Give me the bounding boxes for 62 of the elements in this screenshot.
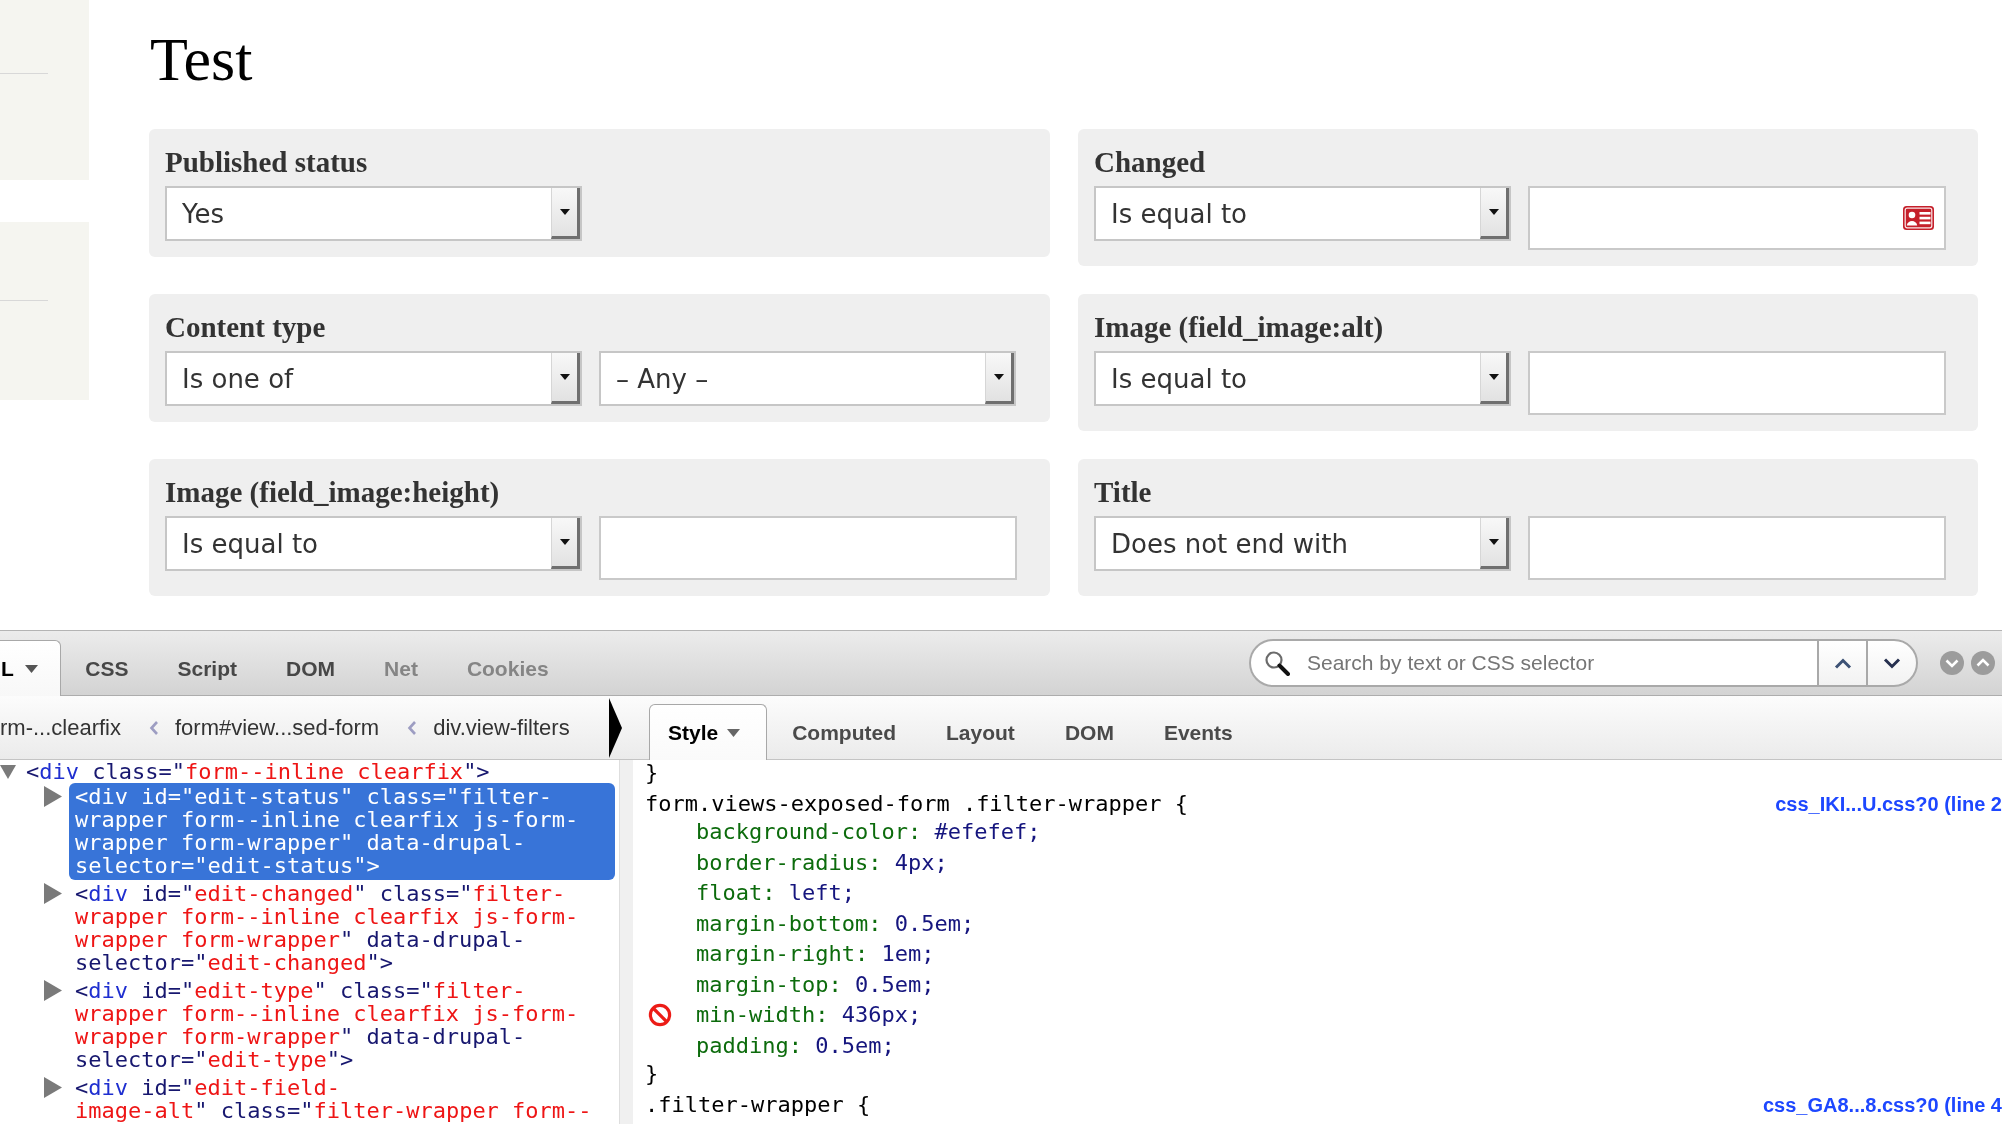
css-property[interactable]: margin-right: 1em; — [696, 941, 935, 968]
side-tab[interactable]: Layout — [921, 704, 1040, 760]
circle-chevron-up-icon[interactable] — [1971, 651, 1995, 675]
search-field[interactable]: Search by text or CSS selector — [1249, 639, 1817, 687]
side-tab[interactable]: DOM — [1039, 704, 1139, 760]
side-tab[interactable]: Style — [649, 704, 768, 760]
circle-chevron-down-icon[interactable] — [1940, 651, 1964, 675]
dropdown[interactable]: Is equal to — [1094, 186, 1511, 241]
dropdown[interactable]: Does not end with — [1094, 516, 1511, 571]
previous-button[interactable] — [1817, 639, 1866, 687]
dropdown[interactable]: Yes — [165, 186, 582, 241]
triangle-right-icon[interactable] — [609, 697, 622, 758]
dropdown[interactable]: Is equal to — [1094, 351, 1511, 406]
filter-label: Content type — [165, 310, 326, 344]
closing-brace: } — [645, 761, 659, 785]
text-field[interactable] — [599, 516, 1017, 580]
caret-down-icon[interactable] — [24, 664, 38, 673]
breadcrumb-item[interactable]: form#view...sed-form — [175, 714, 380, 741]
panel-tab[interactable]: L — [0, 640, 61, 696]
page-title: Test — [150, 28, 253, 90]
breadcrumb-item[interactable]: div.view-filters — [433, 714, 570, 741]
triangle-down-icon[interactable] — [0, 765, 16, 779]
html-element-text[interactable]: <div id="edit-status" class="filter- wrapper form--inline clearfix js-form- wrapper form-wrapper" data-drupal- selector="edit-status"> — [69, 783, 615, 880]
dropdown[interactable]: – Any – — [599, 351, 1016, 406]
dropdown[interactable]: Is equal to — [165, 516, 582, 571]
css-property[interactable]: float: left; — [696, 880, 855, 907]
stylesheet-link[interactable]: css_GA8...8.css?0 (line 4 — [1762, 1093, 2002, 1117]
chevron-left-icon — [407, 719, 418, 736]
dropdown[interactable]: Is one of — [165, 351, 582, 406]
chevron-left-icon — [149, 719, 159, 736]
filter-label: Image (field_image:height) — [165, 475, 500, 509]
text-field[interactable] — [1528, 351, 1946, 415]
search-icon — [1264, 650, 1290, 676]
text-field[interactable] — [1528, 516, 1946, 580]
chevron-down-icon — [1883, 657, 1901, 669]
filter-label: Changed — [1094, 145, 1206, 179]
side-tab[interactable]: Events — [1138, 704, 1258, 760]
next-button[interactable] — [1866, 639, 1918, 687]
breadcrumb-item[interactable]: rm-...clearfix — [0, 714, 121, 741]
html-element-text[interactable]: <div id="edit-field- image-alt" class="filter-wrapper form-- — [69, 1074, 598, 1124]
text-field[interactable] — [1528, 186, 1946, 250]
panel-tab[interactable]: CSS — [60, 640, 153, 696]
chevron-up-icon — [1833, 657, 1852, 669]
stylesheet-link[interactable]: css_IKI...U.css?0 (line 2 — [1775, 792, 2002, 816]
scrollbar-track[interactable] — [619, 760, 633, 1124]
css-property[interactable]: padding: 0.5em; — [696, 1032, 895, 1059]
html-element-text[interactable]: <div class="form--inline clearfix"> — [20, 760, 496, 783]
caret-down-icon[interactable] — [727, 728, 741, 737]
id-card-icon[interactable] — [1903, 206, 1934, 230]
css-selector: .filter-wrapper { — [645, 1092, 871, 1118]
panel-tab[interactable]: DOM — [261, 640, 360, 696]
filter-label: Title — [1094, 475, 1152, 509]
css-property[interactable]: margin-bottom: 0.5em; — [696, 910, 975, 937]
css-property[interactable]: border-radius: 4px; — [696, 849, 948, 876]
closing-brace: } — [645, 1062, 659, 1086]
css-selector: form.views-exposed-form .filter-wrapper { — [645, 791, 1189, 817]
css-property[interactable]: margin-top: 0.5em; — [696, 971, 935, 998]
css-property[interactable]: background-color: #efefef; — [696, 819, 1041, 846]
side-tab[interactable]: Computed — [767, 704, 922, 760]
panel-tab[interactable]: Script — [153, 640, 262, 696]
filter-label: Published status — [165, 145, 368, 179]
filter-label: Image (field_image:alt) — [1094, 310, 1384, 344]
